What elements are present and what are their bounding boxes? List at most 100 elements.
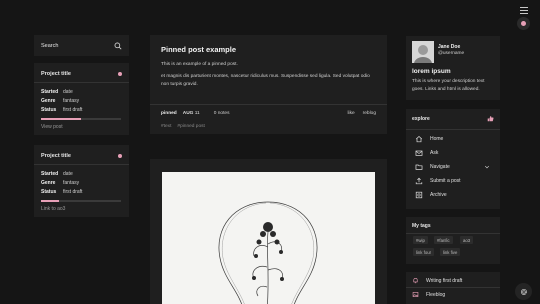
reblog-button[interactable]: reblog [363, 111, 376, 116]
nav-home[interactable]: Home [415, 135, 490, 143]
folder-icon [415, 164, 423, 170]
wip-value: date [63, 89, 73, 95]
tag-link[interactable]: #pinned post [177, 124, 204, 129]
divider [406, 287, 500, 288]
notes-count[interactable]: 0 notes [214, 111, 340, 116]
wip-title: Project title [41, 70, 71, 77]
bell-icon [413, 277, 418, 284]
profile-description: This is where your description text goes… [412, 79, 485, 92]
wip-link[interactable]: View post [41, 124, 122, 130]
nav-ask[interactable]: Ask [415, 149, 490, 157]
wip-value: first draft [63, 107, 83, 113]
progress-bar [41, 118, 121, 120]
upload-icon [415, 177, 423, 185]
post-photo [162, 172, 375, 304]
photo-post [150, 159, 387, 304]
pinned-label: pinned [161, 111, 177, 116]
lightbulb-sketch [218, 201, 318, 304]
tag-chip[interactable]: #fanfic [434, 236, 453, 244]
divider [34, 82, 129, 83]
nav-label: Archive [430, 192, 447, 198]
wip-value: date [63, 171, 73, 177]
wip-key: Status [41, 107, 57, 113]
post-paragraph: et magnis dis parturient montes, nascetu… [161, 74, 370, 87]
divider [406, 129, 500, 130]
wip-key: Status [41, 189, 57, 195]
wip-value: first draft [63, 189, 83, 195]
tag-chip[interactable]: #wip [413, 236, 428, 244]
like-button[interactable]: like [347, 111, 354, 116]
avatar[interactable] [412, 41, 434, 63]
pinned-post: Pinned post example This is an example o… [150, 35, 387, 134]
wip-key: Genre [41, 98, 56, 104]
theme-toggle[interactable] [517, 17, 530, 30]
tag-chip[interactable]: link five [440, 248, 461, 256]
menu-icon[interactable] [519, 6, 529, 15]
wip-key: Genre [41, 180, 56, 186]
tags-title: My tags [412, 223, 431, 229]
profile-card: Jane Doe @username lorem ipsum This is w… [406, 36, 500, 100]
search-input[interactable]: Search [41, 43, 114, 49]
mail-icon [415, 150, 423, 156]
wip-row: Status first draft [41, 188, 122, 197]
nav-navigate[interactable]: Navigate [415, 163, 490, 171]
post-meta: pinned AUG 11 0 notes like reblog [161, 111, 376, 116]
profile-name: Jane Doe [438, 44, 461, 50]
nav-archive[interactable]: Archive [415, 191, 490, 199]
chevron-down-icon[interactable] [484, 164, 490, 170]
avatar-image [412, 41, 434, 63]
nav-label: Navigate [430, 164, 450, 170]
divider [34, 164, 129, 165]
progress-bar [41, 200, 121, 202]
link-item[interactable]: Writing first draft [412, 277, 462, 284]
profile-username[interactable]: @username [438, 51, 464, 56]
tag-chip[interactable]: ao3 [460, 236, 474, 244]
date-month: AUG [182, 111, 194, 116]
link-label: Writing first draft [426, 277, 463, 284]
wip-value: fantasy [63, 180, 80, 186]
tags-card: My tags #wip #fanfic ao3 link four link … [406, 217, 500, 264]
post-title: Pinned post example [161, 45, 237, 54]
wip-key: Started [41, 89, 59, 95]
link-label: Fleeblog [426, 291, 446, 298]
home-icon [415, 135, 423, 143]
wip-card: Project title Started date Genre fantasy S… [34, 145, 129, 217]
links-card: Writing first draft Fleeblog [406, 272, 500, 304]
tag-chip[interactable]: link four [413, 248, 435, 256]
search-icon[interactable] [114, 42, 122, 50]
wip-key: Started [41, 171, 59, 177]
wip-row: Genre fantasy [41, 97, 122, 106]
status-dot [118, 71, 122, 76]
date-day: 11 [194, 111, 200, 116]
progress-fill [41, 200, 59, 202]
divider [150, 104, 387, 105]
wip-row: Genre fantasy [41, 179, 122, 188]
profile-desc-title: lorem ipsum [412, 68, 451, 75]
nav-label: Home [430, 136, 444, 142]
post-date[interactable]: AUG 11 [183, 111, 200, 116]
at-sign-icon [520, 288, 527, 295]
link-item[interactable]: Fleeblog [412, 291, 445, 298]
tag-link[interactable]: #text [161, 124, 171, 129]
image-icon [412, 292, 419, 297]
divider [406, 233, 500, 234]
wip-row: Status first draft [41, 106, 122, 115]
wip-card: Project title Started date Genre fantasy S… [34, 63, 129, 135]
wip-title: Project title [41, 152, 71, 159]
nav-label: Submit a post [430, 178, 461, 184]
explore-menu: explore Home Ask Navigate Submit a post … [406, 109, 500, 209]
search-box[interactable]: Search [34, 35, 129, 56]
wip-value: fantasy [63, 98, 80, 104]
wip-link[interactable]: Link to ao3 [41, 206, 122, 212]
toggle-dot [521, 21, 526, 26]
scroll-top-button[interactable] [515, 283, 532, 300]
progress-fill [41, 118, 81, 120]
explore-title: explore [412, 115, 430, 122]
thumbs-up-icon [487, 116, 494, 122]
wip-row: Started date [41, 170, 122, 179]
post-tags: #text #pinned post [161, 124, 205, 129]
nav-submit[interactable]: Submit a post [415, 177, 490, 185]
post-paragraph: This is an example of a pinned post. [161, 62, 238, 67]
archive-icon [415, 191, 423, 199]
wip-row: Started date [41, 88, 122, 97]
